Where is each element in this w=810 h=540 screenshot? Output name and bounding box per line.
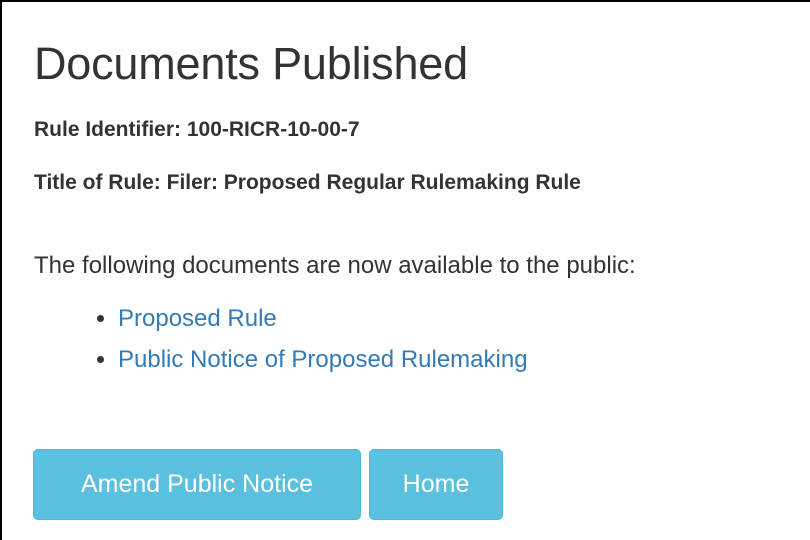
amend-public-notice-button[interactable]: Amend Public Notice xyxy=(33,449,361,520)
main-content: Documents Published Rule Identifier: 100… xyxy=(34,34,804,380)
action-buttons: Amend Public Notice Home xyxy=(33,449,503,520)
rule-identifier: Rule Identifier: 100-RICR-10-00-7 xyxy=(34,118,360,141)
public-notice-link[interactable]: Public Notice of Proposed Rulemaking xyxy=(118,346,528,373)
documents-list: Proposed Rule Public Notice of Proposed … xyxy=(34,298,804,380)
documents-intro: The following documents are now availabl… xyxy=(34,252,636,279)
list-item: Proposed Rule xyxy=(118,298,804,339)
home-button[interactable]: Home xyxy=(369,449,503,520)
list-item: Public Notice of Proposed Rulemaking xyxy=(118,339,804,380)
proposed-rule-link[interactable]: Proposed Rule xyxy=(118,305,277,332)
rule-title: Title of Rule: Filer: Proposed Regular R… xyxy=(34,171,581,194)
page-title: Documents Published xyxy=(34,38,468,89)
